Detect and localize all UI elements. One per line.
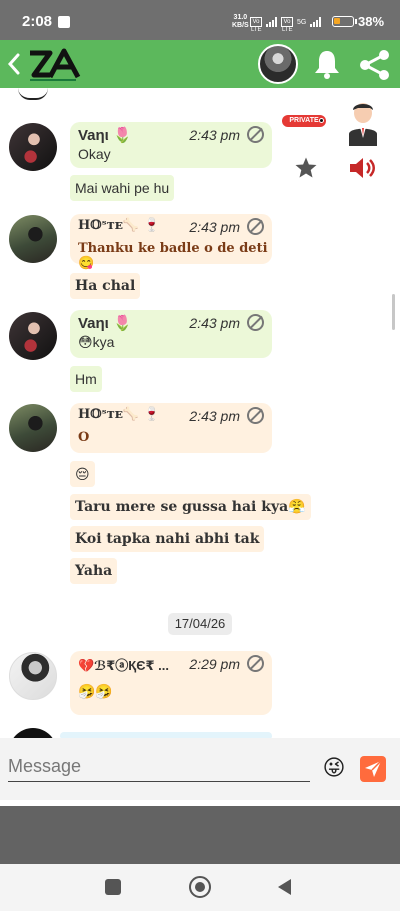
status-time: 2:08 — [22, 13, 53, 30]
volte-icon-2: Vo LTE — [281, 17, 293, 33]
scrollbar[interactable] — [392, 294, 395, 330]
sender-avatar[interactable] — [9, 123, 57, 171]
battery-fill — [334, 18, 340, 24]
chat-list[interactable]: Vaηι 🌷 2:43 pm Okay Mai wahi pe hu PRIVA… — [0, 88, 400, 738]
notification-button[interactable] — [312, 48, 342, 80]
bubble-header: Vaηι 🌷 2:43 pm — [70, 310, 272, 336]
ban-icon[interactable] — [247, 126, 264, 143]
chevron-left-icon — [7, 53, 20, 75]
back-nav-button[interactable] — [278, 879, 291, 895]
bell-icon — [315, 51, 339, 79]
message-followup[interactable]: Koi tapka nahi abhi tak — [70, 526, 265, 552]
notification-icon — [58, 16, 70, 28]
ban-icon[interactable] — [247, 218, 264, 235]
message-time: 2:43 pm — [189, 219, 240, 235]
sender-name[interactable]: H𝕆ˢᴛᴇ🦴 🍷 — [78, 407, 160, 422]
signal-icon — [266, 17, 277, 27]
message-followup[interactable]: Ha chal — [70, 273, 141, 299]
status-bar: 2:08 31.0 KB/S Vo LTE Vo LTE 5G 38% — [0, 0, 400, 40]
sender-avatar[interactable] — [9, 652, 57, 700]
user-avatar-icon[interactable] — [346, 100, 380, 148]
sender-avatar[interactable] — [9, 404, 57, 452]
emoji-button[interactable]: 😜 — [322, 756, 346, 780]
ban-icon[interactable] — [247, 655, 264, 672]
send-button[interactable] — [360, 756, 386, 782]
message-time: 2:43 pm — [189, 127, 240, 143]
battery-percent: 38% — [358, 14, 385, 29]
sender-name[interactable]: H𝕆ˢᴛᴇ🦴 🍷 — [78, 218, 160, 233]
message-followup[interactable]: Hm — [70, 366, 102, 392]
star-icon[interactable] — [294, 156, 318, 180]
volte-icon: Vo LTE — [250, 17, 262, 33]
message-followup[interactable]: Yaha — [70, 558, 118, 584]
bubble-header: H𝕆ˢᴛᴇ🦴 🍷 2:43 pm — [70, 214, 272, 240]
private-dot — [319, 118, 324, 123]
message-followup[interactable]: Taru mere se gussa hai kya😤 — [70, 494, 311, 520]
system-nav-bar — [0, 864, 400, 911]
ban-icon[interactable] — [247, 314, 264, 331]
sender-avatar[interactable] — [9, 312, 57, 360]
message-bubble[interactable]: Vaηι 🌷 2:43 pm 😳kya — [70, 310, 272, 358]
network-speed: 31.0 KB/S — [232, 14, 249, 30]
battery-icon — [332, 16, 357, 27]
recent-apps-button[interactable] — [105, 879, 121, 895]
sender-avatar[interactable] — [9, 215, 57, 263]
message-bubble[interactable]: H𝕆ˢᴛᴇ🦴 🍷 2:43 pm Thanku ke badle o de de… — [70, 214, 272, 271]
signal-icon-2 — [310, 17, 322, 27]
signal-group: Vo LTE Vo LTE 5G — [250, 14, 322, 33]
network-5g-label: 5G — [297, 18, 307, 26]
share-button[interactable] — [358, 48, 392, 82]
home-button[interactable] — [189, 876, 211, 898]
date-divider: 17/04/26 — [168, 613, 232, 635]
message-text: Thanku ke badle o de deti😋 — [78, 241, 268, 271]
message-time: 2:29 pm — [189, 656, 240, 672]
partial-message-edge — [18, 88, 48, 100]
back-button[interactable] — [6, 52, 24, 76]
message-followup[interactable]: 😔 — [70, 461, 95, 487]
sender-avatar[interactable] — [9, 728, 57, 738]
message-bubble[interactable]: 💔ℬ₹ⓐҚЄ₹ ... 2:29 pm 🤧🤧 — [70, 651, 272, 715]
keyboard-area — [0, 806, 400, 864]
private-badge[interactable]: PRIVATE — [282, 115, 326, 127]
message-composer: 😜 — [0, 738, 400, 800]
za-logo — [30, 48, 81, 81]
bubble-header: Vaηι 🌷 2:43 pm — [70, 122, 272, 148]
network-speed-unit: KB/S — [232, 22, 249, 29]
message-input[interactable] — [8, 752, 310, 782]
sender-name[interactable]: Vaηι 🌷 — [78, 126, 132, 144]
message-bubble[interactable]: H𝕆ˢᴛᴇ🦴 🍷 2:43 pm O — [70, 403, 272, 453]
message-text: 😳kya — [78, 334, 115, 350]
volume-icon[interactable] — [348, 156, 376, 180]
private-badge-label: PRIVATE — [289, 117, 319, 124]
ban-icon[interactable] — [247, 407, 264, 424]
message-time: 2:43 pm — [189, 315, 240, 331]
message-text: O — [78, 430, 90, 445]
message-time: 2:43 pm — [189, 408, 240, 424]
bubble-header: 💔ℬ₹ⓐҚЄ₹ ... 2:29 pm — [70, 651, 272, 677]
app-header — [0, 40, 400, 88]
network-speed-value: 31.0 — [233, 14, 248, 21]
message-text: 🤧🤧 — [78, 683, 113, 699]
share-icon — [360, 50, 389, 80]
sender-name[interactable]: 💔ℬ₹ⓐҚЄ₹ ... — [78, 655, 169, 674]
sender-name[interactable]: Vaηι 🌷 — [78, 314, 132, 332]
send-icon — [365, 760, 382, 777]
message-bubble[interactable]: Vaηι 🌷 2:43 pm Okay — [70, 122, 272, 168]
bubble-header: H𝕆ˢᴛᴇ🦴 🍷 2:43 pm — [70, 403, 272, 429]
profile-avatar[interactable] — [258, 44, 298, 84]
message-followup[interactable]: Mai wahi pe hu — [70, 175, 175, 201]
message-text: Okay — [78, 146, 111, 162]
